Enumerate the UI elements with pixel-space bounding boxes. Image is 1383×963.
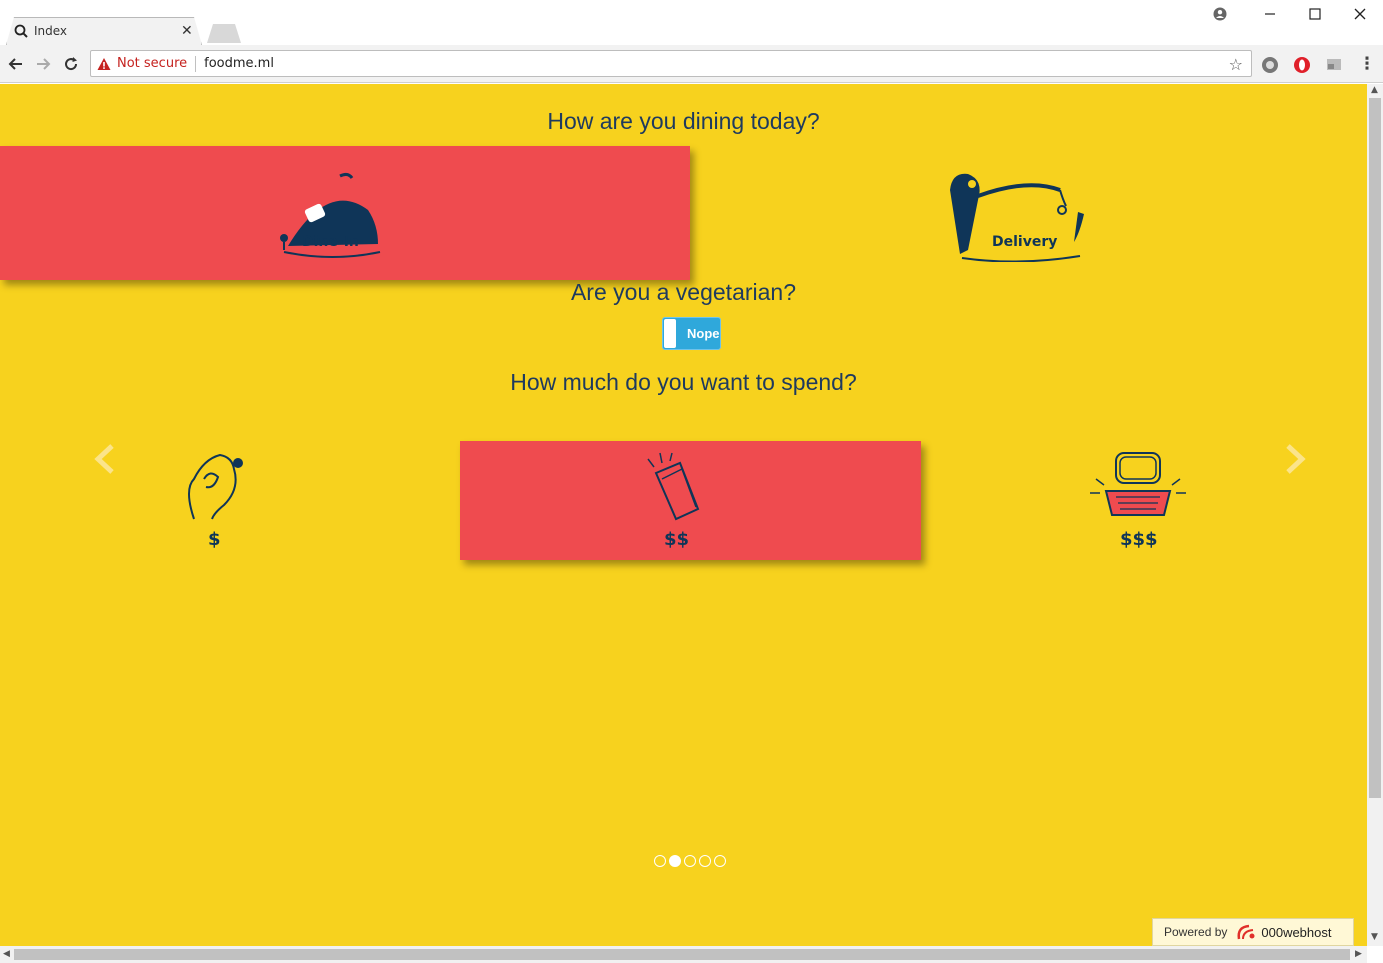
- address-bar[interactable]: Not secure foodme.ml ☆: [90, 50, 1252, 77]
- spend-question: How much do you want to spend?: [510, 369, 857, 395]
- price-mid-label: $$: [664, 529, 690, 550]
- powered-by-text: Powered by: [1164, 925, 1228, 939]
- treasure-case-icon: [1090, 452, 1186, 516]
- webhost-logo-icon: [1237, 924, 1255, 940]
- toggle-knob: [664, 319, 676, 348]
- vegetarian-question: Are you a vegetarian?: [570, 279, 797, 305]
- url-text[interactable]: foodme.ml: [204, 56, 274, 71]
- warning-icon: [97, 57, 111, 70]
- carousel-dot[interactable]: [654, 855, 666, 867]
- browser-toolbar: Not secure foodme.ml ☆ ⋮: [0, 45, 1383, 83]
- coin-hand-icon: [188, 453, 243, 520]
- price-high-option[interactable]: $$$: [1070, 441, 1206, 561]
- dine-in-option[interactable]: Dine-In: [0, 146, 690, 280]
- not-secure-label[interactable]: Not secure: [117, 56, 187, 71]
- cast-icon[interactable]: [1325, 56, 1343, 74]
- price-low-option[interactable]: $: [150, 441, 280, 561]
- close-window-button[interactable]: [1340, 2, 1380, 26]
- carousel-dot[interactable]: [684, 855, 696, 867]
- carousel-dot[interactable]: [699, 855, 711, 867]
- delivery-option[interactable]: Delivery: [690, 146, 1367, 280]
- tab-title: Index: [34, 24, 68, 38]
- price-high-label: $$$: [1120, 529, 1158, 550]
- tab-close-icon[interactable]: ✕: [181, 23, 193, 39]
- scroll-left-icon[interactable]: ◀: [3, 949, 10, 959]
- cash-icon: [647, 452, 700, 521]
- browser-titlebar: Index ✕: [0, 0, 1383, 45]
- horizontal-scroll-thumb[interactable]: [14, 949, 1350, 960]
- forward-button[interactable]: [33, 54, 53, 74]
- delivery-label: Delivery: [992, 234, 1058, 250]
- dining-question: How are you dining today?: [547, 108, 820, 134]
- scroll-up-icon[interactable]: ▲: [1371, 85, 1378, 95]
- price-mid-option[interactable]: $$: [460, 441, 921, 560]
- new-tab-button[interactable]: [207, 24, 241, 43]
- dine-in-label: Dine-In: [302, 234, 359, 250]
- profile-icon[interactable]: [1200, 2, 1240, 26]
- scroll-down-icon[interactable]: ▼: [1371, 932, 1378, 942]
- vertical-scroll-thumb[interactable]: [1369, 98, 1381, 798]
- bookmark-star-icon[interactable]: ☆: [1229, 55, 1243, 74]
- minimize-button[interactable]: [1250, 2, 1290, 26]
- carousel-prev-icon[interactable]: [92, 442, 116, 482]
- horizontal-scrollbar[interactable]: ◀ ▶: [0, 946, 1367, 963]
- tab-content: Index: [14, 17, 194, 45]
- toggle-label: Nope: [687, 326, 720, 341]
- omnibox-separator: [195, 55, 197, 72]
- carousel-dot-active[interactable]: [669, 855, 681, 867]
- vegetarian-toggle[interactable]: Nope: [662, 317, 721, 350]
- maximize-button[interactable]: [1295, 2, 1335, 26]
- extension-icon[interactable]: [1261, 56, 1279, 74]
- carousel-dot[interactable]: [714, 855, 726, 867]
- webhost-brand: 000webhost: [1261, 924, 1332, 940]
- price-low-label: $: [208, 529, 221, 550]
- vertical-scrollbar[interactable]: ▲ ▼: [1367, 84, 1383, 946]
- reload-button[interactable]: [61, 54, 81, 74]
- carousel-next-icon[interactable]: [1284, 442, 1308, 482]
- carousel-indicators: [654, 855, 726, 867]
- page-content: How are you dining today? Dine-In Delive…: [0, 84, 1367, 946]
- scroll-right-icon[interactable]: ▶: [1355, 949, 1362, 959]
- back-button[interactable]: [6, 54, 26, 74]
- menu-icon[interactable]: ⋮: [1357, 54, 1377, 74]
- opera-icon[interactable]: [1293, 56, 1311, 74]
- powered-by-badge[interactable]: Powered by 000webhost: [1152, 918, 1354, 946]
- search-icon: [14, 24, 28, 38]
